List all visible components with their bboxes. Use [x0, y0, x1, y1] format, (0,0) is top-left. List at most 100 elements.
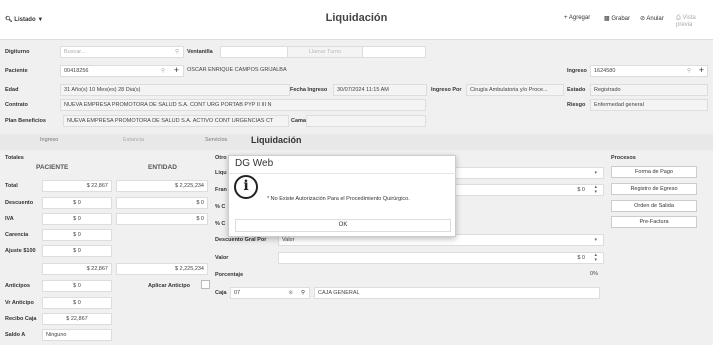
digiturno-label: Digiturno	[5, 49, 30, 55]
plan-beneficios-label: Plan Beneficios	[5, 118, 46, 124]
porcentaje-label: Porcentaje	[215, 272, 244, 278]
divider	[229, 173, 457, 174]
ventanilla-label: Ventanilla	[187, 49, 213, 55]
porcentaje-1-label: % C	[215, 204, 226, 210]
plus-icon: +	[564, 15, 568, 21]
tab-liquidacion[interactable]: Liquidación	[251, 135, 302, 145]
totales-header: Totales	[5, 155, 24, 161]
vista-previa-button[interactable]: ⎙ Vista previa	[676, 15, 713, 28]
edad-label: Edad	[5, 87, 19, 93]
tab-servicios[interactable]: Servicios	[205, 137, 227, 143]
chevron-down-icon: ▾	[594, 170, 597, 176]
search-icon[interactable]: ⚲	[687, 66, 691, 76]
entidad-column-header: ENTIDAD	[148, 164, 177, 171]
valor-label: Valor	[215, 255, 229, 261]
search-icon: ⚲	[174, 49, 179, 55]
contrato-label: Contrato	[5, 102, 28, 108]
contrato-field: NUEVA EMPRESA PROMOTORA DE SALUD S.A. CO…	[60, 99, 426, 111]
franquicia-label: Fran	[215, 187, 227, 193]
tab-estancia[interactable]: Estancia	[123, 137, 144, 143]
print-icon: ⎙	[676, 15, 681, 21]
procesos-header: Procesos	[611, 155, 636, 161]
llamar-turno-button[interactable]: Llamar Turno	[287, 46, 363, 58]
forma-de-pago-button[interactable]: Forma de Pago	[611, 166, 697, 178]
ingreso-input[interactable]: 1624580 ⚲ +	[590, 65, 708, 77]
tab-ingreso[interactable]: Ingreso	[40, 137, 58, 143]
fecha-ingreso-field: 30/07/2024 11:15 AM	[333, 84, 427, 96]
edad-field: 31 Año(s) 10 Mes(es) 28 Dia(s)	[60, 84, 290, 96]
ok-button[interactable]: OK	[235, 219, 451, 232]
porcentaje-value: 0%	[590, 271, 598, 277]
descuento-label: Descuento	[5, 200, 34, 206]
orden-de-salida-button[interactable]: Orden de Salida	[611, 200, 697, 212]
carencia-label: Carencia	[5, 232, 29, 238]
caja-code-input[interactable]: 07 ⊗ ⚲	[230, 287, 310, 299]
cancel-icon: ⊘	[640, 16, 646, 22]
total-paciente-value: $ 22,867	[42, 180, 112, 192]
chevron-down-icon: ▾	[594, 237, 597, 243]
cama-label: Cama	[291, 118, 306, 124]
info-icon: i	[234, 175, 258, 199]
carencia-paciente-value: $ 0	[42, 229, 112, 241]
estado-field: Registrado	[590, 84, 708, 96]
save-icon: ▩	[604, 16, 610, 22]
ingreso-label: Ingreso	[567, 68, 587, 74]
recibo-caja-value: $ 22,867	[42, 313, 112, 325]
estado-label: Estado	[567, 87, 586, 93]
ajuste-paciente-value: $ 0	[42, 245, 112, 257]
search-icon[interactable]: ⚲	[161, 66, 165, 76]
ingreso-por-field: Cirugía Ambulatoria y/o Proce...	[466, 84, 564, 96]
plus-icon[interactable]: +	[699, 66, 704, 75]
vr-anticipo-value: $ 0	[42, 297, 112, 309]
subtotal-entidad-value: $ 2,225,234	[116, 263, 208, 275]
riesgo-field: Enfermedad general	[590, 99, 708, 111]
recibo-caja-label: Recibo Caja	[5, 316, 37, 322]
agregar-button[interactable]: + Agregar	[564, 15, 590, 21]
dialog-message: * No Existe Autorización Para el Procedi…	[267, 196, 410, 202]
digiturno-search-input[interactable]: Buscar... ⚲	[60, 46, 184, 58]
riesgo-label: Riesgo	[567, 102, 586, 108]
porcentaje-2-label: % C	[215, 221, 226, 227]
paciente-column-header: PACIENTE	[36, 164, 69, 171]
vr-anticipo-label: Vr Anticipo	[5, 300, 34, 306]
search-icon[interactable]: ⚲	[301, 288, 305, 298]
iva-paciente-value: $ 0	[42, 213, 112, 225]
spinner-icon[interactable]: ▴ ▾	[594, 185, 597, 195]
spinner-icon[interactable]: ▴ ▾	[594, 253, 597, 263]
anticipos-paciente-value: $ 0	[42, 280, 112, 292]
registro-de-egreso-button[interactable]: Registro de Egreso	[611, 183, 697, 195]
liquidacion-label: Liqu	[215, 170, 227, 176]
paciente-name: OSCAR ENRIQUE CAMPOS GRIJALBA	[187, 67, 287, 73]
ingreso-por-label: Ingreso Por	[431, 87, 462, 93]
iva-entidad-value: $ 0	[116, 213, 208, 225]
plan-beneficios-field: NUEVA EMPRESA PROMOTORA DE SALUD S.A. AC…	[63, 115, 289, 127]
total-label: Total	[5, 183, 18, 189]
paciente-id-input[interactable]: 00418256 ⚲ +	[60, 65, 184, 77]
plus-icon[interactable]: +	[174, 66, 179, 75]
aplicar-anticipo-checkbox[interactable]	[201, 280, 210, 289]
otro-label: Otro	[215, 155, 227, 161]
fecha-ingreso-label: Fecha Ingreso	[290, 87, 328, 93]
saldo-label: Saldo A	[5, 332, 26, 338]
descuento-entidad-value: $ 0	[116, 197, 208, 209]
subtotal-paciente-value: $ 22,867	[42, 263, 112, 275]
caja-name-field: CAJA GENERAL	[314, 287, 600, 299]
anular-button[interactable]: ⊘ Anular	[640, 15, 664, 22]
total-entidad-value: $ 2,225,234	[116, 180, 208, 192]
descuento-paciente-value: $ 0	[42, 197, 112, 209]
cama-field	[306, 115, 426, 127]
caja-label: Caja	[215, 290, 227, 296]
valor-input[interactable]: $ 0 ▴ ▾	[278, 252, 604, 264]
aplicar-anticipo-label: Aplicar Anticipo	[148, 283, 190, 289]
paciente-label: Paciente	[5, 68, 28, 74]
iva-label: IVA	[5, 216, 14, 222]
clear-icon[interactable]: ⊗	[288, 288, 293, 298]
descuento-gral-label: Descuento Gral Por	[215, 237, 267, 243]
alert-dialog: DG Web i * No Existe Autorización Para e…	[228, 155, 457, 237]
ajuste-label: Ajuste $100	[5, 248, 36, 254]
tab-bar	[0, 134, 713, 150]
pre-factura-button[interactable]: Pre-Factura	[611, 216, 697, 228]
dialog-title: DG Web	[235, 158, 274, 169]
saldo-value: Ninguno	[42, 329, 112, 341]
grabar-button[interactable]: ▩ Grabar	[604, 15, 630, 22]
